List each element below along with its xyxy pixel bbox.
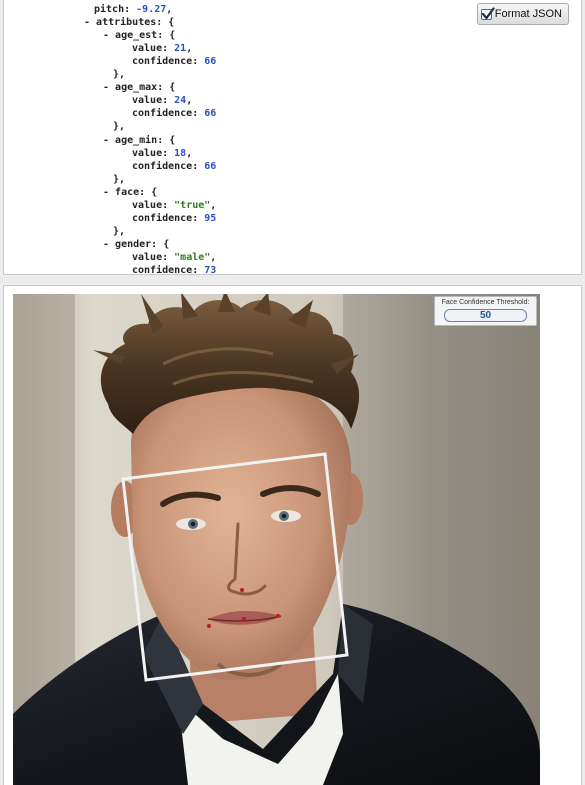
json-line: value: 18, — [132, 147, 192, 160]
json-key: value: — [132, 43, 175, 55]
face-photo: Face Confidence Threshold: 50 — [13, 294, 540, 785]
json-line: value: "male", — [132, 251, 216, 264]
json-viewer-panel: pitch: -9.27, - attributes: {- age_est: {… — [3, 0, 582, 275]
json-value: 95 — [204, 212, 217, 224]
json-brace: { — [151, 186, 158, 198]
json-punct: , — [186, 43, 193, 55]
json-key: confidence: — [132, 56, 205, 68]
landmark-mouth-center — [242, 617, 246, 621]
json-brace: { — [168, 17, 175, 29]
json-brace: }, — [113, 173, 126, 185]
json-value: 24 — [174, 95, 187, 107]
json-value: 21 — [174, 43, 187, 55]
json-punct: , — [186, 95, 193, 107]
json-collapse-toggle[interactable]: - — [103, 82, 115, 93]
json-key: confidence: — [132, 160, 205, 172]
json-line[interactable]: - age_est: { — [103, 29, 175, 42]
json-brace: }, — [113, 69, 126, 81]
confidence-threshold-control: Face Confidence Threshold: 50 — [434, 296, 537, 326]
json-line: pitch: -9.27, — [94, 3, 172, 16]
json-line: confidence: 66 — [132, 55, 216, 68]
format-json-label: Format JSON — [494, 8, 562, 20]
json-line: confidence: 95 — [132, 212, 216, 225]
json-value: 66 — [204, 56, 217, 68]
json-line[interactable]: - gender: { — [103, 238, 169, 251]
json-punct: , — [210, 199, 217, 211]
json-key: age_min: — [115, 134, 170, 146]
landmark-nose — [240, 588, 244, 592]
json-key: value: — [132, 147, 175, 159]
landmark-mouth-left — [207, 624, 211, 628]
threshold-label: Face Confidence Threshold: — [441, 299, 530, 306]
json-value: -9.27 — [136, 4, 167, 15]
json-value: "male" — [174, 251, 211, 263]
json-collapse-toggle[interactable]: - — [103, 30, 115, 41]
landmark-mouth-right — [276, 614, 280, 618]
json-key: face: — [115, 186, 152, 198]
face-detection-panel: Face Confidence Threshold: 50 — [3, 285, 582, 785]
json-value: "true" — [174, 199, 211, 211]
json-key: confidence: — [132, 265, 205, 275]
json-brace: { — [163, 238, 170, 250]
threshold-input[interactable]: 50 — [444, 309, 527, 322]
json-line[interactable]: - age_max: { — [103, 81, 175, 94]
json-brace: { — [169, 82, 176, 94]
json-key: age_est: — [115, 30, 170, 42]
json-line: }, — [113, 120, 125, 133]
json-line: value: "true", — [132, 199, 216, 212]
json-code: pitch: -9.27, - attributes: {- age_est: {… — [4, 0, 581, 274]
json-key: attributes: — [96, 17, 169, 29]
json-brace: }, — [113, 225, 126, 237]
json-punct: , — [186, 147, 193, 159]
json-value: 66 — [204, 108, 217, 120]
json-line: confidence: 66 — [132, 107, 216, 120]
format-json-toggle[interactable]: Format JSON — [476, 3, 569, 25]
json-key: confidence: — [132, 212, 205, 224]
json-brace: }, — [113, 121, 126, 133]
json-key: value: — [132, 95, 175, 107]
json-key: value: — [132, 251, 175, 263]
json-line: confidence: 73 — [132, 264, 217, 275]
json-punct: , — [166, 4, 173, 15]
json-punct: , — [210, 251, 217, 263]
checkbox-checked-icon[interactable] — [480, 6, 495, 20]
json-collapse-toggle[interactable]: - — [103, 187, 115, 198]
json-value: 73 — [204, 265, 217, 275]
json-line[interactable]: - face: { — [103, 186, 157, 199]
json-line: }, — [113, 225, 125, 238]
json-value: 18 — [174, 147, 187, 159]
json-collapse-toggle[interactable]: - — [103, 239, 115, 250]
json-key: gender: — [115, 238, 164, 250]
json-line: }, — [113, 173, 125, 186]
json-key: confidence: — [132, 108, 205, 120]
json-line[interactable]: - attributes: { — [84, 16, 174, 29]
json-line: }, — [113, 68, 125, 81]
json-key: age_max: — [115, 82, 170, 94]
json-line: confidence: 66 — [132, 160, 216, 173]
json-collapse-toggle[interactable]: - — [103, 135, 115, 146]
json-value: 66 — [204, 160, 217, 172]
json-line: value: 21, — [132, 42, 192, 55]
photo-illustration — [13, 294, 540, 785]
json-key: value: — [132, 199, 175, 211]
json-collapse-toggle[interactable]: - — [84, 17, 96, 28]
json-brace: { — [169, 134, 176, 146]
json-line[interactable]: - age_min: { — [103, 134, 175, 147]
json-key: pitch: — [94, 4, 137, 15]
json-brace: { — [169, 30, 176, 42]
json-line: value: 24, — [132, 94, 192, 107]
